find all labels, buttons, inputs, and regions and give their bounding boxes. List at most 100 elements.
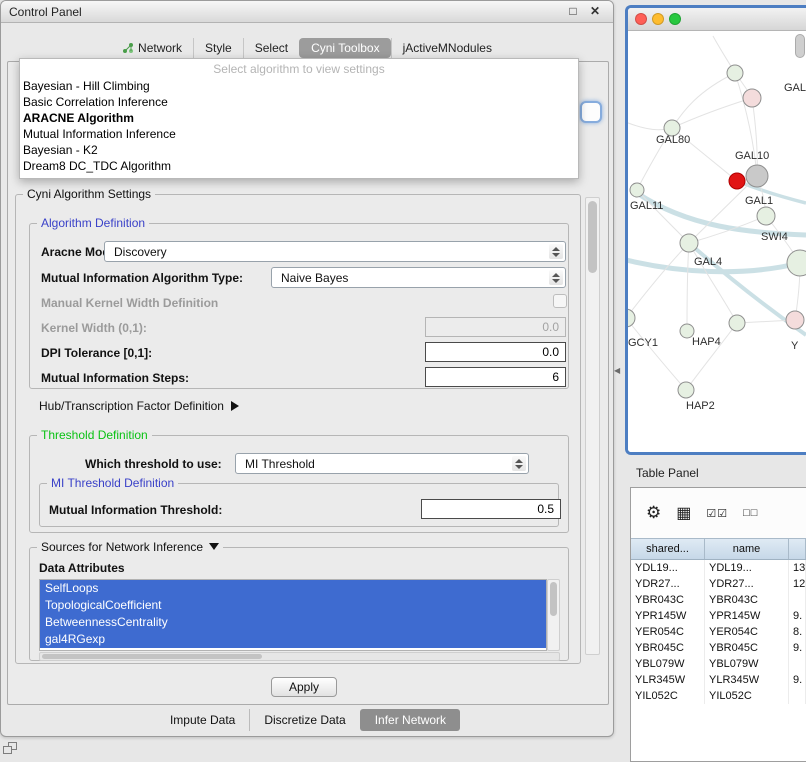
algorithm-option[interactable]: Bayesian - K2 (20, 142, 578, 158)
cell: YLR345W (705, 672, 789, 688)
list-item-selected[interactable]: SelfLoops (40, 580, 546, 597)
tab-infer-network[interactable]: Infer Network (360, 709, 460, 731)
sources-toggle[interactable]: Sources for Network Inference (37, 541, 223, 554)
dpi-tolerance-field[interactable] (425, 342, 566, 362)
node-label: HAP4 (692, 336, 721, 348)
mi-type-select[interactable]: Naive Bayes (271, 267, 566, 288)
table-row[interactable]: YLR345W YLR345W 9. (631, 672, 806, 688)
deselect-all-icon[interactable]: □□ (743, 507, 758, 519)
list-horizontal-scrollbar[interactable] (39, 652, 560, 661)
network-scrollbar-thumb[interactable] (795, 34, 805, 58)
close-traffic-light[interactable] (635, 13, 647, 25)
algorithm-option-selected[interactable]: ARACNE Algorithm (20, 110, 578, 126)
network-edge (628, 318, 686, 390)
table-row[interactable]: YIL052C YIL052C (631, 688, 806, 704)
network-node[interactable] (787, 250, 806, 276)
table-row[interactable]: YBR043C YBR043C (631, 592, 806, 608)
list-item-selected[interactable]: TopologicalCoefficient (40, 597, 546, 614)
algorithm-option[interactable]: Mutual Information Inference (20, 126, 578, 142)
apply-button[interactable]: Apply (271, 677, 337, 697)
algorithm-option[interactable]: Basic Correlation Inference (20, 94, 578, 110)
which-threshold-select[interactable]: MI Threshold (235, 453, 529, 474)
tab-select[interactable]: Select (243, 38, 299, 58)
network-node[interactable] (786, 311, 804, 329)
mi-threshold-field[interactable] (421, 499, 561, 519)
control-panel-window: Control Panel □ ✕ Network Style Select C… (0, 0, 614, 737)
table-toolbar: ⚙ ▦ ☑☑ □□ (631, 488, 806, 538)
network-node-hap4[interactable] (729, 315, 745, 331)
node-label: SWI4 (761, 231, 788, 243)
table-row[interactable]: YPR145W YPR145W 9. (631, 608, 806, 624)
column-header-name[interactable]: name (705, 539, 789, 559)
table-row[interactable]: YBR045C YBR045C 9. (631, 640, 806, 656)
network-node-hap2[interactable] (678, 382, 694, 398)
close-icon[interactable]: ✕ (587, 4, 603, 18)
zoom-traffic-light[interactable] (669, 13, 681, 25)
tab-discretize-data[interactable]: Discretize Data (249, 709, 359, 731)
list-scrollbar-thumb[interactable] (550, 582, 557, 616)
algorithm-option[interactable]: Dream8 DC_TDC Algorithm (20, 158, 578, 174)
list-item-selected[interactable]: gal4RGexp (40, 631, 546, 648)
column-header-shared-name[interactable]: shared... (631, 539, 705, 559)
node-label: Y (791, 340, 799, 352)
network-node-gal4[interactable] (680, 234, 698, 252)
aracne-mode-select[interactable]: Discovery (104, 241, 566, 262)
mi-type-label: Mutual Information Algorithm Type: (41, 271, 243, 285)
tab-cyni-toolbox[interactable]: Cyni Toolbox (299, 38, 390, 58)
node-label: GAL11 (630, 200, 663, 212)
aracne-mode-value: Discovery (114, 245, 545, 259)
minimize-traffic-light[interactable] (652, 13, 664, 25)
which-threshold-value: MI Threshold (245, 457, 508, 471)
network-node[interactable] (743, 89, 761, 107)
cell: 13 (789, 560, 806, 576)
algorithm-placeholder: Select algorithm to view settings (20, 61, 578, 78)
kernel-width-label: Kernel Width (0,1): (41, 321, 147, 335)
network-canvas[interactable]: GAL8 GAL80 GAL10 GAL11 GAL1 SWI4 GAL4 GC… (628, 31, 806, 452)
table-row[interactable]: YDL19... YDL19... 13 (631, 560, 806, 576)
table-row[interactable]: YER054C YER054C 8. (631, 624, 806, 640)
cell (789, 592, 806, 608)
window-grip-icon[interactable] (3, 742, 19, 756)
window-title: Control Panel (9, 5, 82, 19)
settings-scrollbar[interactable] (585, 197, 600, 655)
network-node-gal1[interactable] (757, 207, 775, 225)
tab-impute-data[interactable]: Impute Data (156, 709, 249, 731)
network-node-gal11[interactable] (630, 183, 644, 197)
settings-scrollbar-thumb[interactable] (588, 201, 597, 273)
table-row[interactable]: YDR27... YDR27... 12 (631, 576, 806, 592)
network-node-gcy1[interactable] (628, 309, 635, 327)
control-panel-tabs: Network Style Select Cyni Toolbox jActiv… (1, 37, 613, 59)
gear-icon[interactable]: ⚙ (646, 503, 661, 523)
cell: YBL079W (705, 656, 789, 672)
cell: YDR27... (705, 576, 789, 592)
splitpane-collapse-icon[interactable]: ◀ (614, 366, 620, 375)
list-item-selected[interactable]: BetweennessCentrality (40, 614, 546, 631)
network-node-selected-red[interactable] (729, 173, 745, 189)
list-scrollbar[interactable] (547, 579, 560, 651)
mi-steps-field[interactable] (425, 367, 566, 387)
cell: YBR045C (705, 640, 789, 656)
cell (789, 688, 806, 704)
node-label: GCY1 (628, 337, 658, 349)
mi-type-value: Naive Bayes (281, 271, 545, 285)
algorithm-option[interactable]: Bayesian - Hill Climbing (20, 78, 578, 94)
tab-jactivemnodules[interactable]: jActiveMNodules (391, 38, 503, 58)
float-window-icon[interactable]: □ (565, 4, 581, 18)
table-row[interactable]: YBL079W YBL079W (631, 656, 806, 672)
cell: YBR043C (631, 592, 705, 608)
cell: YBR043C (705, 592, 789, 608)
tab-style[interactable]: Style (193, 38, 243, 58)
cell: 8. (789, 624, 806, 640)
hub-definition-toggle[interactable]: Hub/Transcription Factor Definition (39, 399, 239, 413)
tab-network[interactable]: Network (111, 38, 193, 58)
list-horizontal-scrollbar-thumb[interactable] (42, 654, 262, 659)
threshold-definition-title: Threshold Definition (37, 429, 152, 442)
focused-help-button[interactable] (580, 101, 602, 123)
columns-icon[interactable]: ▦ (676, 503, 691, 523)
network-node[interactable] (727, 65, 743, 81)
column-header-cutoff[interactable] (789, 539, 806, 559)
network-node-gal10[interactable] (746, 165, 768, 187)
node-label: GAL1 (745, 195, 773, 207)
select-all-icon[interactable]: ☑☑ (706, 507, 728, 520)
network-window-titlebar (628, 8, 806, 31)
